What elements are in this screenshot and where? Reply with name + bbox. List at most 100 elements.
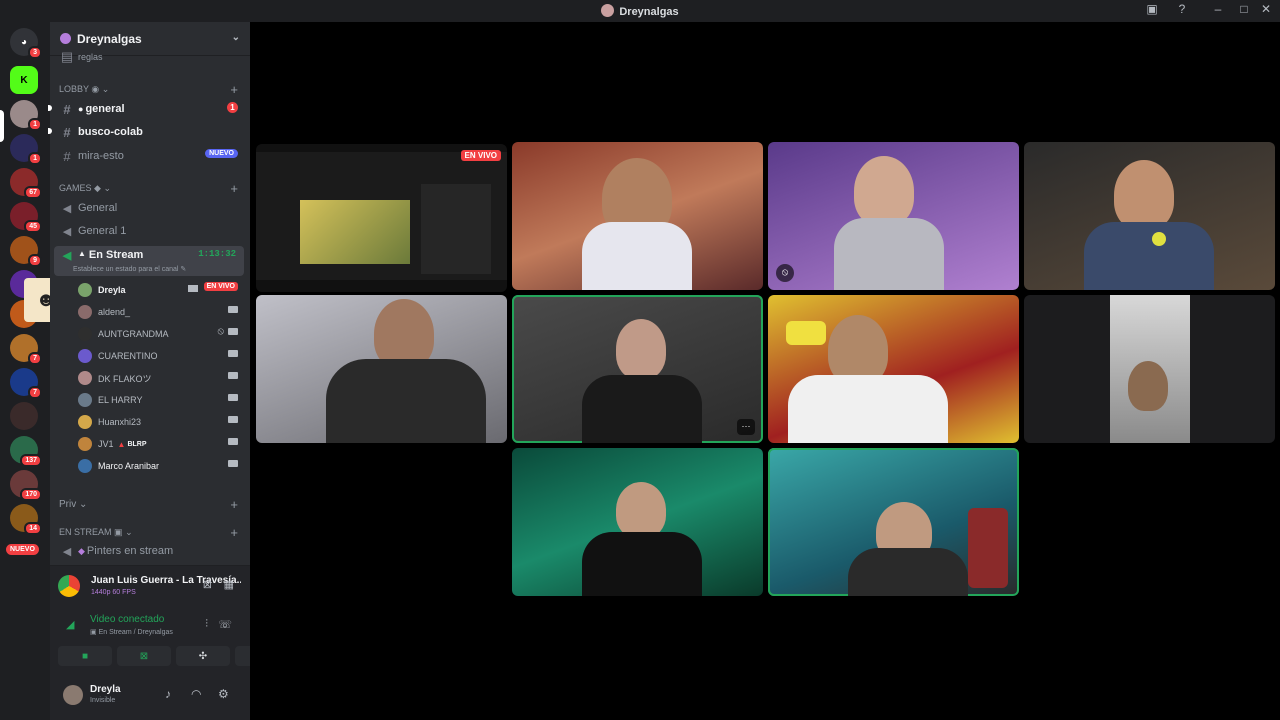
- participant-body: [582, 222, 692, 290]
- user-name[interactable]: Dreyla: [90, 684, 121, 695]
- video-tile[interactable]: [1024, 142, 1275, 290]
- channel-reglas[interactable]: ▤ reglas: [50, 49, 250, 64]
- video-tile[interactable]: [512, 142, 763, 290]
- participant-body: [582, 375, 702, 443]
- video-tile[interactable]: [768, 295, 1019, 443]
- mic-icon[interactable]: ♪: [165, 687, 171, 701]
- tv-icon: ▣: [90, 629, 97, 636]
- voice-member[interactable]: aldend_: [50, 304, 250, 320]
- server-icon[interactable]: 9: [10, 236, 42, 267]
- voice-member[interactable]: Huanxhi23: [50, 414, 250, 430]
- live-badge: EN VIVO: [460, 150, 501, 161]
- pencil-icon: ✎: [180, 266, 187, 273]
- headphones-icon[interactable]: ◠: [191, 687, 201, 701]
- help-icon[interactable]: ?: [1172, 2, 1192, 16]
- video-tile[interactable]: [768, 448, 1019, 596]
- server-badge: 1: [28, 152, 42, 165]
- avatar: [78, 349, 92, 363]
- channel-busco-colab[interactable]: # busco-colab: [48, 123, 250, 141]
- hash-icon: #: [63, 124, 71, 140]
- voice-channel-general-1[interactable]: ◀ General 1: [50, 222, 250, 240]
- user-panel: Dreyla Invisible ♪ ◠ ⚙: [50, 673, 250, 720]
- channel-label: En Stream: [88, 249, 144, 261]
- server-icon[interactable]: 14: [10, 504, 42, 535]
- video-tile[interactable]: [512, 448, 763, 596]
- activity-card[interactable]: Juan Luis Guerra - La Travesía... 1440p …: [58, 572, 242, 602]
- server-icon[interactable]: [10, 402, 38, 430]
- voice-member[interactable]: JV1 ▲ BLRP: [50, 436, 250, 452]
- category-label: GAMES: [59, 183, 92, 193]
- minimize-button[interactable]: –: [1208, 2, 1228, 16]
- channel-mira-esto[interactable]: # mira-esto NUEVO: [50, 147, 250, 165]
- participant-body: [834, 218, 944, 290]
- more-options-icon[interactable]: ···: [737, 419, 755, 435]
- video-grid: EN VIVO ⦸ ···: [250, 22, 1280, 720]
- add-channel-icon[interactable]: +: [230, 82, 238, 97]
- disconnect-icon[interactable]: ☏: [218, 618, 232, 631]
- inbox-icon[interactable]: ▣: [1142, 2, 1162, 16]
- category-label: Priv: [59, 499, 77, 510]
- server-icon[interactable]: 1: [10, 134, 42, 165]
- voice-channel-general[interactable]: ◀ General: [50, 199, 250, 217]
- kick-server-icon[interactable]: K: [10, 66, 38, 94]
- activities-button[interactable]: ✣: [176, 646, 230, 666]
- category-en-stream[interactable]: EN STREAM ▣ ⌄ +: [50, 525, 250, 541]
- screen-share-button[interactable]: ⊠: [117, 646, 171, 666]
- video-tile[interactable]: ⦸: [768, 142, 1019, 290]
- voice-member[interactable]: AUNTGRANDMA ⦸: [50, 326, 250, 342]
- member-tag: BLRP: [127, 440, 147, 448]
- category-games[interactable]: GAMES ◆ ⌄ +: [50, 181, 250, 197]
- server-icon[interactable]: 7: [10, 334, 42, 365]
- speaker-icon: ◀: [62, 202, 72, 215]
- category-label: EN STREAM: [59, 527, 112, 537]
- community-server-icon[interactable]: 1: [10, 100, 42, 131]
- mention-badge: 1: [227, 102, 238, 113]
- video-tile[interactable]: [1024, 295, 1275, 443]
- camera-icon: [228, 328, 238, 335]
- title-bar: Dreynalgas ▣ ? – □ ✕: [0, 0, 1280, 22]
- add-channel-icon[interactable]: +: [230, 181, 238, 196]
- video-tile[interactable]: [256, 295, 507, 443]
- channel-label: reglas: [78, 52, 103, 62]
- stop-stream-icon[interactable]: ⊠: [203, 578, 212, 591]
- category-lobby[interactable]: LOBBY ◉ ⌄ +: [50, 82, 250, 98]
- server-icon[interactable]: 45: [10, 202, 42, 233]
- channel-label: Pinters en stream: [86, 545, 174, 557]
- chevron-down-icon: ⌄: [103, 183, 112, 193]
- category-priv[interactable]: Priv ⌄ +: [50, 497, 250, 513]
- video-tile[interactable]: ···: [512, 295, 763, 443]
- stream-settings-icon[interactable]: ▦: [224, 578, 234, 591]
- voice-member[interactable]: Dreyla EN VIVO: [50, 282, 250, 298]
- close-button[interactable]: ✕: [1256, 2, 1276, 16]
- server-icon[interactable]: 7: [10, 368, 42, 399]
- video-off-icon: ⦸: [776, 264, 794, 282]
- maximize-button[interactable]: □: [1234, 2, 1254, 16]
- chevron-down-icon[interactable]: ⌄: [232, 32, 240, 43]
- set-channel-status[interactable]: Establece un estado para el canal ✎: [73, 265, 186, 273]
- add-channel-icon[interactable]: +: [230, 497, 238, 512]
- camera-button[interactable]: ■: [58, 646, 112, 666]
- chevron-down-icon: ⌄: [101, 84, 110, 94]
- voice-location[interactable]: ▣ En Stream / Dreynalgas: [90, 628, 173, 636]
- voice-channel-pinters[interactable]: ◀ ◆ Pinters en stream: [50, 542, 250, 560]
- nuevo-badge[interactable]: NUEVO: [6, 544, 39, 555]
- member-name: CUARENTINO: [98, 351, 158, 361]
- channel-label: General 1: [78, 225, 127, 237]
- add-channel-icon[interactable]: +: [230, 525, 238, 540]
- voice-member[interactable]: Marco Aranibar: [50, 458, 250, 474]
- avatar[interactable]: [63, 685, 83, 705]
- stream-tile[interactable]: EN VIVO: [256, 144, 507, 292]
- server-icon[interactable]: 67: [10, 168, 42, 199]
- voice-member[interactable]: CUARENTINO: [50, 348, 250, 364]
- server-icon[interactable]: 137: [10, 436, 42, 467]
- voice-member[interactable]: EL HARRY: [50, 392, 250, 408]
- channel-general[interactable]: # ● general 1: [48, 100, 250, 118]
- discord-logo-icon[interactable]: ◕ 3: [10, 28, 42, 59]
- gear-icon[interactable]: ⚙: [218, 687, 229, 701]
- server-icon[interactable]: 170: [10, 470, 42, 501]
- activity-title: Juan Luis Guerra - La Travesía...: [91, 575, 241, 586]
- participant-face: [1128, 361, 1168, 411]
- noise-suppression-icon[interactable]: ⫶: [205, 618, 208, 631]
- signal-icon[interactable]: ◢: [66, 618, 74, 631]
- voice-member[interactable]: DK FLAKOツ: [50, 370, 250, 386]
